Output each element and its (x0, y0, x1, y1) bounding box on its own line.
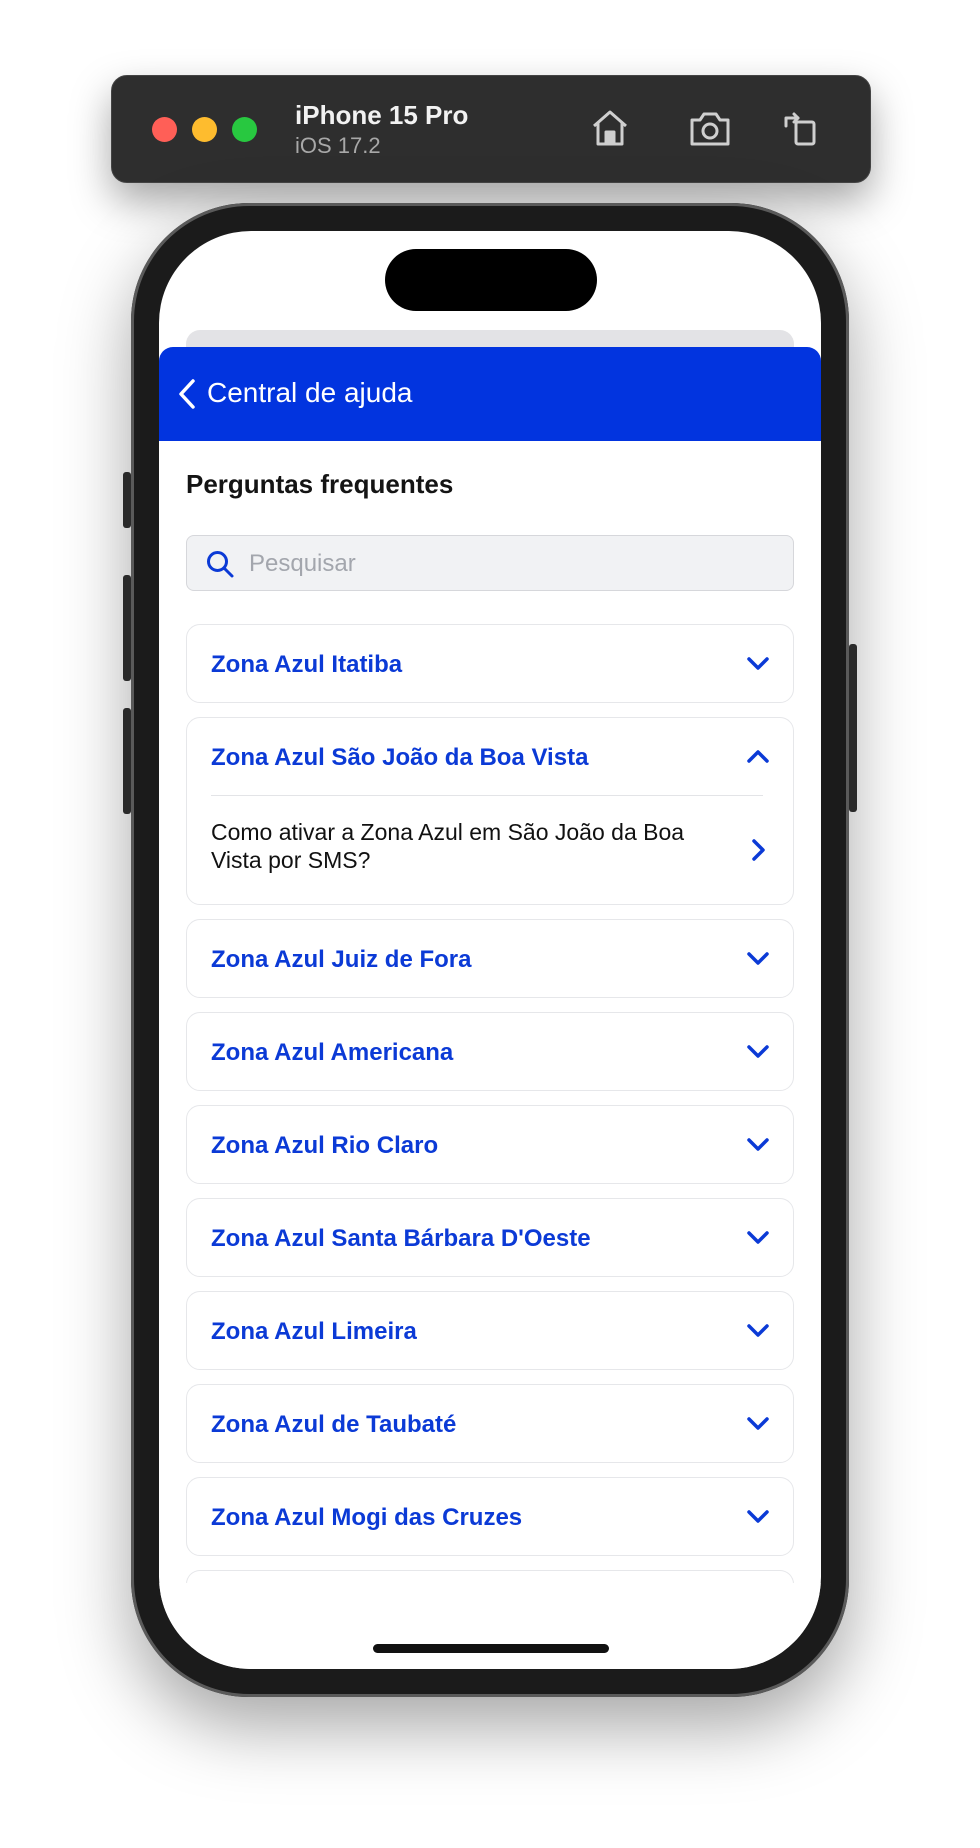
faq-question-item[interactable]: Como ativar a Zona Azul em São João da B… (187, 796, 793, 904)
dynamic-island (385, 249, 597, 311)
faq-item-mogi-das-cruzes: Zona Azul Mogi das Cruzes (186, 1477, 794, 1556)
chevron-down-icon (745, 1040, 771, 1064)
faq-item-label: Zona Azul Santa Bárbara D'Oeste (211, 1225, 591, 1252)
faq-item-sao-joao-da-boa-vista: Zona Azul São João da Boa Vista Como ati… (186, 717, 794, 905)
power-button (849, 644, 857, 812)
faq-item-header[interactable]: Zona Azul Itatiba (187, 625, 793, 702)
faq-item-taubate: Zona Azul de Taubaté (186, 1384, 794, 1463)
faq-list: Zona Azul Itatiba Zona Azul São João da … (186, 624, 794, 1601)
close-window-button[interactable] (152, 117, 177, 142)
chevron-up-icon (745, 745, 771, 769)
chevron-down-icon (745, 1133, 771, 1157)
faq-item-limeira: Zona Azul Limeira (186, 1291, 794, 1370)
chevron-down-icon (745, 1226, 771, 1250)
faq-item-juiz-de-fora: Zona Azul Juiz de Fora (186, 919, 794, 998)
faq-item-itatiba: Zona Azul Itatiba (186, 624, 794, 703)
action-button (123, 472, 131, 528)
faq-item-label: Zona Azul Itatiba (211, 651, 403, 678)
search-field[interactable] (186, 535, 794, 592)
faq-item-header[interactable]: Zona Azul de Taubaté (187, 1385, 793, 1462)
screenshot-icon[interactable] (686, 104, 734, 152)
chevron-down-icon (745, 652, 771, 676)
faq-item-label: Zona Azul Limeira (211, 1318, 417, 1345)
chevron-right-icon (747, 837, 769, 863)
zoom-window-button[interactable] (232, 117, 257, 142)
faq-item-americana: Zona Azul Americana (186, 1012, 794, 1091)
search-icon (205, 549, 235, 579)
chevron-down-icon (745, 1505, 771, 1529)
faq-item-label: Zona Azul de Taubaté (211, 1411, 457, 1438)
chevron-down-icon (745, 1319, 771, 1343)
section-title: Perguntas frequentes (186, 469, 454, 499)
faq-question-text: Como ativar a Zona Azul em São João da B… (211, 819, 685, 873)
home-icon[interactable] (586, 104, 634, 152)
back-chevron-icon[interactable] (173, 377, 205, 411)
bottom-safe-area (159, 1583, 821, 1669)
minimize-window-button[interactable] (192, 117, 217, 142)
faq-item-rio-claro: Zona Azul Rio Claro (186, 1105, 794, 1184)
chevron-down-icon (745, 947, 771, 971)
device-name: iPhone 15 Pro (295, 100, 469, 130)
faq-item-header[interactable]: Zona Azul Mogi das Cruzes (187, 1478, 793, 1555)
os-version: iOS 17.2 (295, 133, 381, 158)
faq-item-label: Zona Azul Americana (211, 1039, 454, 1066)
navigation-bar: Central de ajuda (159, 347, 821, 441)
page-title: Central de ajuda (207, 377, 413, 408)
home-indicator[interactable] (373, 1644, 609, 1653)
phone-screen: Central de ajuda Perguntas frequentes Zo… (159, 231, 821, 1669)
faq-item-label: Zona Azul São João da Boa Vista (211, 744, 589, 771)
faq-item-label: Zona Azul Juiz de Fora (211, 946, 472, 973)
faq-item-header[interactable]: Zona Azul Limeira (187, 1292, 793, 1369)
faq-item-header[interactable]: Zona Azul Americana (187, 1013, 793, 1090)
faq-item-label: Zona Azul Rio Claro (211, 1132, 439, 1159)
search-input[interactable] (247, 536, 771, 592)
volume-up-button (123, 575, 131, 681)
faq-item-header[interactable]: Zona Azul Juiz de Fora (187, 920, 793, 997)
chevron-down-icon (745, 1412, 771, 1436)
faq-item-santa-barbara-doeste: Zona Azul Santa Bárbara D'Oeste (186, 1198, 794, 1277)
volume-down-button (123, 708, 131, 814)
faq-item-header[interactable]: Zona Azul Santa Bárbara D'Oeste (187, 1199, 793, 1276)
simulator-toolbar: iPhone 15 Pro iOS 17.2 (111, 75, 871, 183)
faq-item-header[interactable]: Zona Azul São João da Boa Vista (187, 718, 793, 795)
faq-item-header[interactable]: Zona Azul Rio Claro (187, 1106, 793, 1183)
faq-item-label: Zona Azul Mogi das Cruzes (211, 1504, 523, 1531)
rotate-icon[interactable] (776, 104, 824, 152)
